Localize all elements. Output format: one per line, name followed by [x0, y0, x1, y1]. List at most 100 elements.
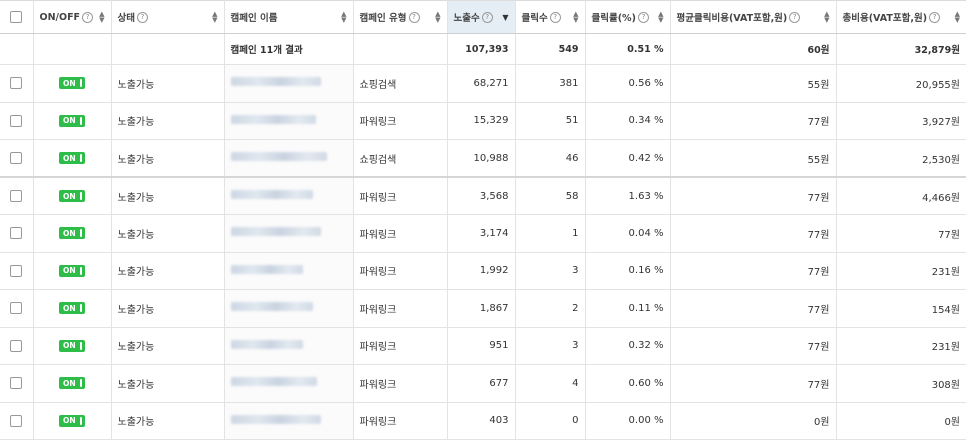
help-icon[interactable]: ?	[481, 11, 493, 23]
onoff-cell: ON	[33, 176, 112, 215]
campaign-name-cell[interactable]	[224, 252, 354, 290]
redacted-campaign-name[interactable]	[230, 302, 313, 312]
help-icon[interactable]: ?	[82, 11, 94, 23]
campaign-name-cell[interactable]	[224, 402, 354, 440]
row-checkbox[interactable]	[10, 77, 23, 90]
cost-cell: 154원	[836, 289, 966, 328]
row-checkbox[interactable]	[10, 264, 23, 277]
sort-icon[interactable]: ▲ ▼	[99, 11, 104, 24]
onoff-toggle[interactable]: ON	[59, 377, 85, 390]
row-checkbox[interactable]	[10, 152, 23, 164]
row-checkbox[interactable]	[10, 414, 23, 427]
campaign-name-cell[interactable]	[224, 327, 354, 365]
clicks-cell: 0	[515, 402, 586, 440]
row-checkbox[interactable]	[10, 114, 23, 127]
help-icon[interactable]: ?	[929, 11, 941, 23]
redacted-campaign-name[interactable]	[230, 152, 327, 161]
row-checkbox[interactable]	[10, 302, 23, 315]
campaign-name-cell[interactable]	[224, 289, 354, 328]
table-row[interactable]: ON 노출가능 파워링크 15,329 51 0.34 % 77원 3,927원	[0, 102, 966, 140]
table-row[interactable]: ON 노출가능 쇼핑검색 10,988 46 0.42 % 55원 2,530원	[0, 139, 966, 178]
clicks-cell: 3	[515, 327, 586, 365]
help-icon[interactable]: ?	[549, 11, 561, 23]
col-type[interactable]: 캠페인 유형? ▲ ▼	[353, 0, 448, 34]
onoff-cell: ON	[33, 214, 112, 253]
redacted-campaign-name[interactable]	[230, 77, 321, 87]
clicks-cell: 1	[515, 214, 586, 253]
help-icon[interactable]: ?	[637, 11, 649, 23]
onoff-toggle[interactable]: ON	[59, 152, 85, 164]
table-row[interactable]: ON 노출가능 파워링크 951 3 0.32 % 77원 231원	[0, 327, 966, 365]
onoff-toggle[interactable]: ON	[59, 302, 85, 315]
help-icon[interactable]: ?	[789, 11, 801, 23]
status-cell: 노출가능	[111, 64, 225, 103]
campaign-name-cell[interactable]	[224, 64, 354, 103]
redacted-campaign-name[interactable]	[230, 227, 321, 237]
redacted-campaign-name[interactable]	[230, 264, 303, 274]
onoff-toggle[interactable]: ON	[59, 77, 85, 90]
campaign-name-cell[interactable]	[224, 214, 354, 253]
table-row[interactable]: ON 노출가능 파워링크 1,992 3 0.16 % 77원 231원	[0, 252, 966, 290]
onoff-toggle[interactable]: ON	[59, 339, 85, 352]
col-impressions[interactable]: 노출수? ▼	[447, 0, 516, 34]
onoff-toggle[interactable]: ON	[59, 414, 85, 427]
sort-desc-icon[interactable]: ▼	[502, 13, 508, 22]
campaign-name-cell[interactable]	[224, 176, 354, 215]
sort-icon[interactable]: ▲ ▼	[435, 11, 440, 24]
cost-cell: 20,955원	[836, 64, 966, 103]
ctr-cell: 0.60 %	[585, 364, 671, 403]
help-icon[interactable]: ?	[136, 11, 148, 23]
sort-icon[interactable]: ▲ ▼	[341, 11, 346, 24]
onoff-toggle[interactable]: ON	[59, 264, 85, 277]
row-checkbox[interactable]	[10, 377, 23, 390]
col-name[interactable]: 캠페인 이름 ▲ ▼	[224, 0, 354, 34]
table-row[interactable]: ON 노출가능 파워링크 677 4 0.60 % 77원 308원	[0, 364, 966, 403]
col-cpc[interactable]: 평균클릭비용(VAT포함,원)? ▲ ▼	[670, 0, 837, 34]
redacted-campaign-name[interactable]	[230, 377, 317, 387]
redacted-campaign-name[interactable]	[230, 339, 303, 349]
row-checkbox[interactable]	[10, 227, 23, 240]
toggle-label: ON	[63, 228, 76, 238]
sort-icon[interactable]: ▲ ▼	[824, 11, 829, 24]
help-icon[interactable]: ?	[408, 11, 420, 23]
onoff-toggle[interactable]: ON	[59, 114, 85, 127]
col-status[interactable]: 상태? ▲ ▼	[111, 0, 225, 34]
campaign-type-cell: 파워링크	[353, 364, 448, 403]
status-cell: 노출가능	[111, 289, 225, 328]
table-row[interactable]: ON 노출가능 파워링크 3,568 58 1.63 % 77원 4,466원	[0, 176, 966, 215]
table-row[interactable]: ON 노출가능 쇼핑검색 68,271 381 0.56 % 55원 20,955원	[0, 64, 966, 103]
col-ctr[interactable]: 클릭률(%)? ▲ ▼	[585, 0, 671, 34]
onoff-cell: ON	[33, 64, 112, 103]
campaign-type-cell: 파워링크	[353, 402, 448, 440]
table-row[interactable]: ON 노출가능 파워링크 1,867 2 0.11 % 77원 154원	[0, 289, 966, 328]
onoff-toggle[interactable]: ON	[59, 227, 85, 240]
sort-icon[interactable]: ▲ ▼	[212, 11, 217, 24]
campaign-name-cell[interactable]	[224, 139, 354, 178]
table-row[interactable]: ON 노출가능 파워링크 403 0 0.00 % 0원 0원	[0, 402, 966, 440]
select-all-checkbox[interactable]	[10, 11, 23, 23]
col-ctr-label: 클릭률(%)	[591, 13, 636, 24]
toggle-label: ON	[63, 303, 76, 313]
sort-icon[interactable]: ▲ ▼	[955, 11, 960, 24]
sort-icon[interactable]: ▲ ▼	[573, 11, 578, 24]
ctr-cell: 0.16 %	[585, 252, 671, 290]
col-clicks[interactable]: 클릭수? ▲ ▼	[515, 0, 586, 34]
toggle-label: ON	[63, 416, 76, 426]
redacted-campaign-name[interactable]	[230, 190, 313, 199]
campaign-name-cell[interactable]	[224, 102, 354, 140]
onoff-cell: ON	[33, 139, 112, 178]
redacted-campaign-name[interactable]	[230, 414, 321, 424]
row-checkbox[interactable]	[10, 190, 23, 202]
campaign-type-cell: 파워링크	[353, 102, 448, 140]
sort-icon[interactable]: ▲ ▼	[658, 11, 663, 24]
table-row[interactable]: ON 노출가능 파워링크 3,174 1 0.04 % 77원 77원	[0, 214, 966, 253]
onoff-toggle[interactable]: ON	[59, 190, 85, 202]
row-checkbox[interactable]	[10, 339, 23, 352]
ctr-cell: 0.34 %	[585, 102, 671, 140]
redacted-campaign-name[interactable]	[230, 114, 316, 124]
col-cost[interactable]: 총비용(VAT포함,원)? ▲ ▼	[836, 0, 966, 34]
onoff-cell: ON	[33, 252, 112, 290]
col-onoff[interactable]: ON/OFF? ▲ ▼	[33, 0, 112, 34]
cpc-cell: 55원	[670, 139, 837, 178]
campaign-name-cell[interactable]	[224, 364, 354, 403]
